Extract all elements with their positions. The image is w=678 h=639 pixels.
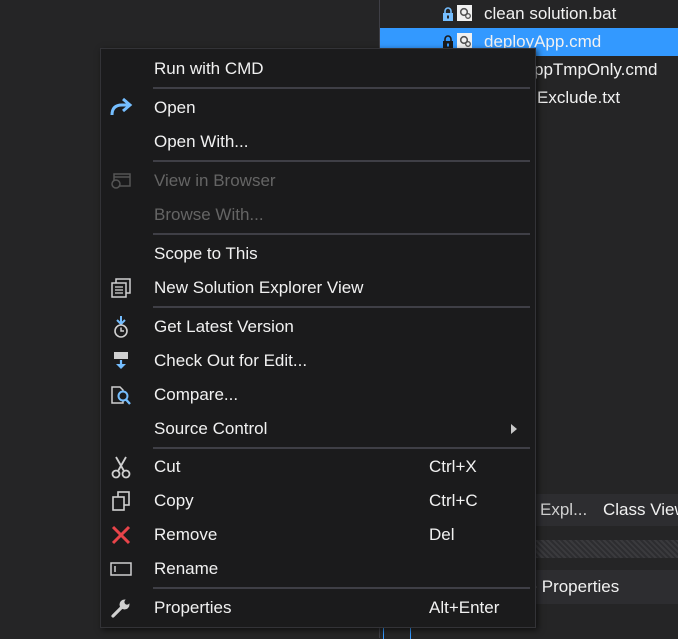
menu-item-label: Copy bbox=[154, 491, 194, 510]
menu-item-shortcut: Ctrl+C bbox=[429, 491, 478, 510]
menu-item-view-in-browser: View in Browser bbox=[101, 164, 535, 198]
menu-item-check-out-for-edit[interactable]: Check Out for Edit... bbox=[101, 344, 535, 378]
menu-item-label: Source Control bbox=[154, 419, 268, 438]
script-file-icon bbox=[456, 4, 474, 22]
menu-item-get-latest-version[interactable]: Get Latest Version bbox=[101, 310, 535, 344]
menu-item-label: Open With... bbox=[154, 132, 249, 151]
menu-separator bbox=[153, 233, 530, 235]
view-in-browser-icon bbox=[109, 169, 133, 193]
new-explorer-view-icon bbox=[109, 276, 133, 300]
menu-item-label: Properties bbox=[154, 598, 232, 617]
tab-solution-explorer[interactable]: Expl... bbox=[540, 500, 587, 520]
menu-item-run-with-cmd[interactable]: Run with CMD bbox=[101, 52, 535, 86]
tab-class-view[interactable]: Class View bbox=[603, 500, 678, 520]
menu-separator bbox=[153, 87, 530, 89]
menu-separator bbox=[153, 587, 530, 589]
menu-item-compare[interactable]: Compare... bbox=[101, 378, 535, 412]
menu-item-cut[interactable]: Cut Ctrl+X bbox=[101, 450, 535, 484]
menu-item-label: Browse With... bbox=[154, 205, 264, 224]
menu-item-open-with[interactable]: Open With... bbox=[101, 125, 535, 159]
check-out-icon bbox=[109, 349, 133, 373]
menu-item-copy[interactable]: Copy Ctrl+C bbox=[101, 484, 535, 518]
submenu-arrow-icon bbox=[511, 424, 517, 434]
wrench-icon bbox=[109, 596, 133, 620]
file-item-clean-solution[interactable]: clean solution.bat bbox=[380, 0, 678, 28]
lock-icon bbox=[442, 34, 454, 49]
get-latest-icon bbox=[109, 315, 133, 339]
menu-item-shortcut: Ctrl+X bbox=[429, 457, 477, 476]
file-name: clean solution.bat bbox=[484, 4, 617, 23]
rename-icon bbox=[109, 557, 133, 581]
lock-icon bbox=[442, 6, 454, 21]
menu-item-shortcut: Del bbox=[429, 525, 455, 544]
menu-separator bbox=[153, 306, 530, 308]
compare-icon bbox=[109, 383, 133, 407]
menu-item-label: Remove bbox=[154, 525, 218, 544]
menu-item-source-control[interactable]: Source Control bbox=[101, 412, 535, 446]
menu-item-label: Open bbox=[154, 98, 196, 117]
menu-item-rename[interactable]: Rename bbox=[101, 552, 535, 586]
scissors-icon bbox=[109, 455, 133, 479]
file-name: Exclude.txt bbox=[537, 88, 621, 107]
open-arrow-icon bbox=[109, 96, 133, 120]
menu-item-scope-to-this[interactable]: Scope to This bbox=[101, 237, 535, 271]
remove-x-icon bbox=[109, 523, 133, 547]
menu-item-label: Rename bbox=[154, 559, 219, 578]
copy-icon bbox=[109, 489, 133, 513]
menu-item-label: Get Latest Version bbox=[154, 317, 294, 336]
menu-item-new-solution-explorer-view[interactable]: New Solution Explorer View bbox=[101, 271, 535, 305]
file-name: rAppTmpOnly.cmd bbox=[517, 60, 658, 79]
menu-separator bbox=[153, 447, 530, 449]
menu-item-open[interactable]: Open bbox=[101, 91, 535, 125]
menu-separator bbox=[153, 160, 530, 162]
menu-item-label: Compare... bbox=[154, 385, 239, 404]
menu-item-properties[interactable]: Properties Alt+Enter bbox=[101, 591, 535, 625]
menu-item-browse-with: Browse With... bbox=[101, 198, 535, 232]
menu-item-label: Run with CMD bbox=[154, 59, 264, 78]
menu-item-label: Scope to This bbox=[154, 244, 258, 263]
menu-item-label: New Solution Explorer View bbox=[154, 278, 364, 297]
context-menu: Run with CMD Open Open With... View in B… bbox=[100, 48, 536, 628]
menu-item-remove[interactable]: Remove Del bbox=[101, 518, 535, 552]
menu-item-label: View in Browser bbox=[154, 171, 276, 190]
menu-item-shortcut: Alt+Enter bbox=[429, 598, 500, 617]
menu-item-label: Cut bbox=[154, 457, 181, 476]
menu-item-label: Check Out for Edit... bbox=[154, 351, 308, 370]
